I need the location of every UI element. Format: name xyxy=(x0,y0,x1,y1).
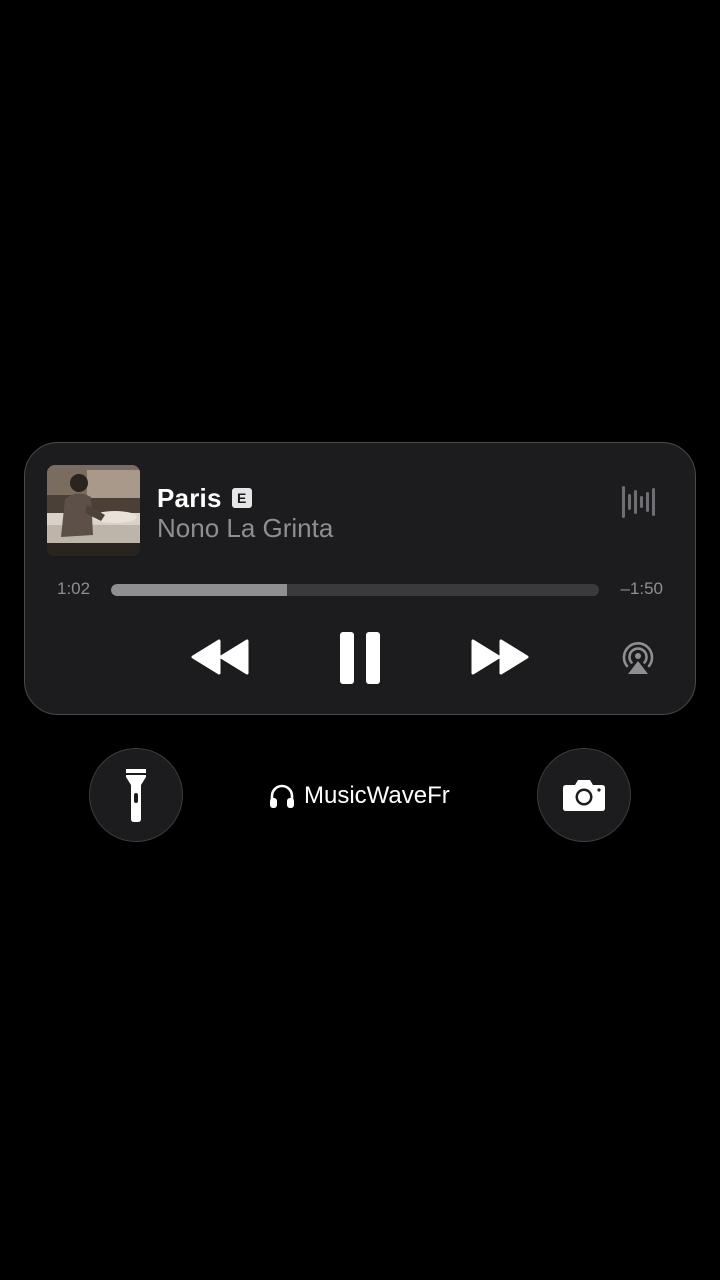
airplay-button[interactable] xyxy=(619,639,657,677)
progress-slider[interactable] xyxy=(111,584,599,596)
output-device-name: MusicWaveFr xyxy=(304,782,450,809)
flashlight-button[interactable] xyxy=(89,748,183,842)
waveform-icon[interactable] xyxy=(621,483,659,521)
headphones-icon xyxy=(270,784,294,808)
pause-button[interactable] xyxy=(337,629,383,687)
explicit-badge: E xyxy=(231,488,252,508)
forward-icon xyxy=(471,639,529,675)
airplay-icon xyxy=(622,642,654,674)
rewind-button[interactable] xyxy=(189,637,251,677)
output-device[interactable]: MusicWaveFr xyxy=(268,780,450,812)
forward-button[interactable] xyxy=(469,637,531,677)
elapsed-time: 1:02 xyxy=(57,579,91,598)
camera-button[interactable] xyxy=(537,748,631,842)
artist-name: Nono La Grinta xyxy=(157,513,334,543)
album-artwork[interactable] xyxy=(47,465,140,556)
now-playing-card[interactable]: Paris E Nono La Grinta 1:02 –1:50 xyxy=(24,442,696,715)
track-title: Paris xyxy=(157,482,222,513)
progress-fill xyxy=(111,584,287,596)
backward-icon xyxy=(191,639,249,675)
track-title-row: Paris E xyxy=(157,481,252,515)
flashlight-icon xyxy=(126,769,146,822)
remaining-time: –1:50 xyxy=(620,579,663,598)
pause-icon xyxy=(340,632,380,684)
camera-icon xyxy=(563,780,605,811)
